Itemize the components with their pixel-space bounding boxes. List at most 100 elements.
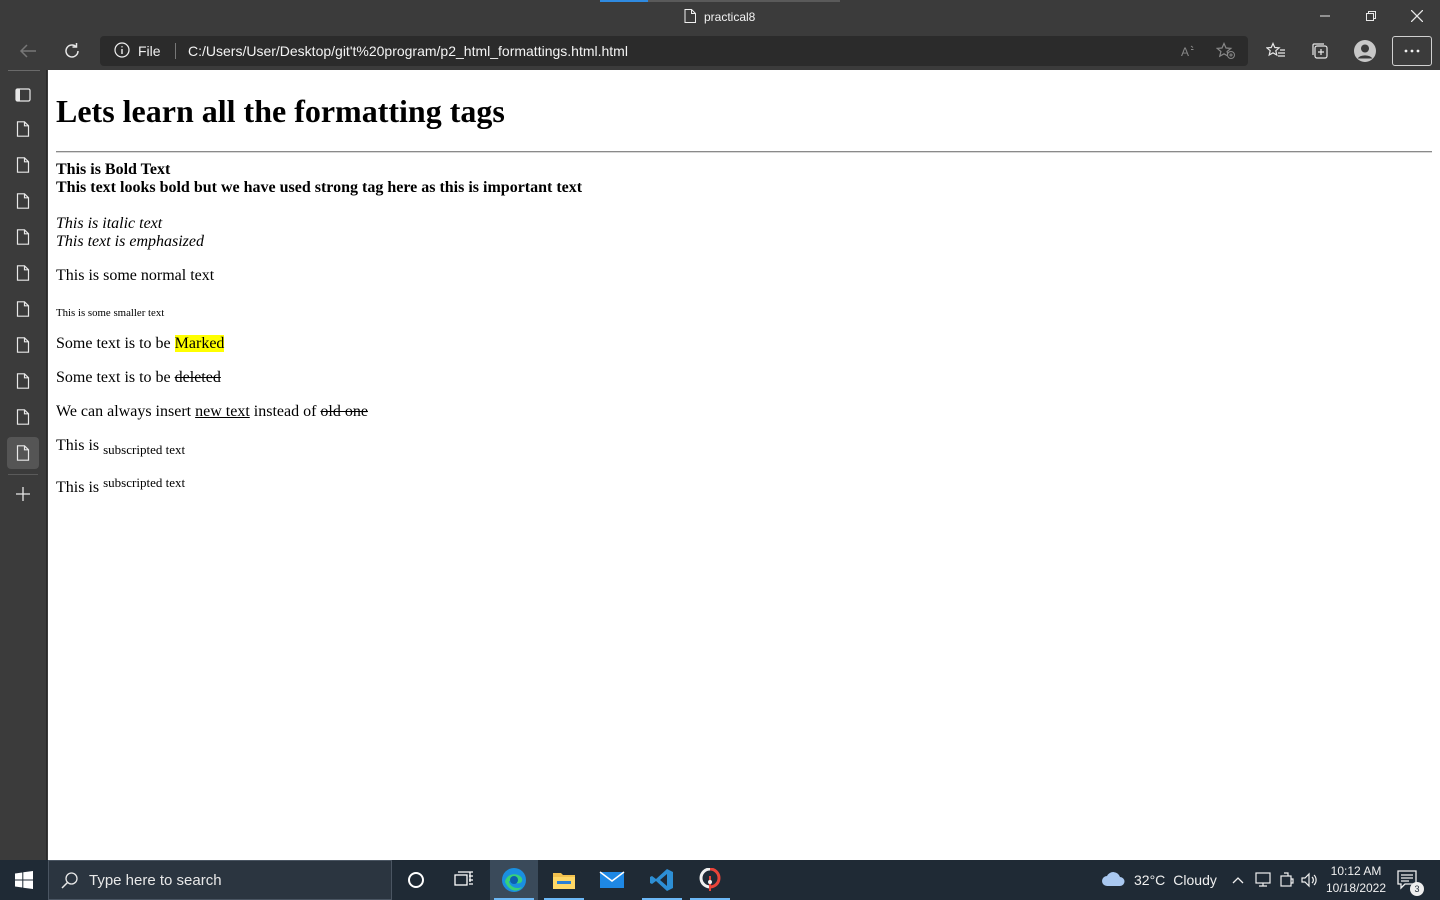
cortana-button[interactable] [392,860,440,900]
file-icon [16,193,30,209]
show-hidden-icons-button[interactable] [1228,870,1248,890]
weather-temp: 32°C [1134,872,1166,888]
sidebar-tab-5[interactable] [7,257,39,289]
task-view-icon [454,871,473,886]
address-bar[interactable]: File C:/Users/User/Desktop/git't%20progr… [100,36,1248,66]
taskbar-search[interactable]: Type here to search [48,860,392,900]
add-favorite-icon[interactable] [1212,37,1240,65]
file-icon [16,445,30,461]
browser-toolbar: File C:/Users/User/Desktop/git't%20progr… [0,32,1440,70]
inserted-text: new text [195,403,250,420]
svg-text:A: A [1181,45,1189,59]
file-icon [16,337,30,353]
url-text[interactable]: C:/Users/User/Desktop/git't%20program/p2… [188,36,628,66]
network-icon[interactable] [1253,870,1273,890]
file-icon [16,373,30,389]
read-aloud-icon[interactable]: A [1175,37,1203,65]
task-view-button[interactable] [440,860,488,900]
info-icon [114,41,130,61]
sidebar-tab-2[interactable] [7,149,39,181]
back-button[interactable] [11,34,45,68]
em-text-line: This text is emphasized [56,233,204,251]
tab-actions-icon [15,88,31,102]
edge-icon [502,868,526,892]
del-prefix: Some text is to be [56,369,175,386]
refresh-button[interactable] [55,34,89,68]
tab-actions-button[interactable] [7,79,39,111]
address-scheme-label: File [138,43,161,59]
small-text-line: This is some smaller text [56,303,164,322]
weather-condition: Cloudy [1173,872,1217,888]
sidebar-tab-1[interactable] [7,113,39,145]
italic-text-line: This is italic text [56,215,162,233]
emphasized-text: This text is emphasized [56,233,204,250]
folder-icon [553,873,575,889]
more-options-button[interactable] [1392,36,1432,66]
ins-prefix: We can always insert [56,403,196,420]
mail-icon [599,871,625,888]
file-icon [16,409,30,425]
sidebar-tab-7[interactable] [7,329,39,361]
strong-text: This text looks bold but we have used st… [56,179,583,196]
volume-icon[interactable] [1300,870,1320,890]
sub-text-line: This is subscripted text [56,437,186,457]
normal-text: This is some normal text [56,267,215,284]
mark-prefix: Some text is to be [56,335,175,352]
sidebar-tab-4[interactable] [7,221,39,253]
taskbar: Type here to search 32°C Cloudy 10:12 AM… [0,860,1440,900]
collections-button[interactable] [1303,34,1337,68]
taskbar-clock[interactable]: 10:12 AM 10/18/2022 [1322,863,1390,897]
deleted-text: deleted [174,369,221,386]
cortana-icon [408,872,424,888]
sidebar-tab-9[interactable] [7,401,39,433]
close-button[interactable] [1394,0,1440,32]
file-icon [16,301,30,317]
new-tab-icon [16,487,30,501]
file-icon [684,8,696,26]
notification-center-button[interactable]: 3 [1396,868,1424,896]
windows-icon [15,871,33,889]
file-icon [16,121,30,137]
subscript-text: subscripted text [103,442,186,457]
bold-text: This is Bold Text [56,161,171,178]
page-heading: Lets learn all the formatting tags [56,93,505,129]
title-bar: practical8 [0,0,1440,32]
horizontal-rule [56,151,1432,153]
edge-taskbar-button[interactable] [490,860,538,900]
restore-button[interactable] [1348,0,1394,32]
sidebar-divider [8,474,38,475]
normal-text-line: This is some normal text [56,267,214,285]
weather-widget[interactable]: 32°C Cloudy [1100,860,1217,900]
new-tab-button[interactable] [7,478,39,510]
italic-text: This is italic text [56,215,163,232]
sidebar-tab-3[interactable] [7,185,39,217]
minimize-button[interactable] [1302,0,1348,32]
file-icon [16,157,30,173]
profile-avatar[interactable] [1348,34,1382,68]
clock-date: 10/18/2022 [1325,881,1387,895]
ins-text-line: We can always insert new text instead of… [56,403,368,421]
search-icon [61,871,79,889]
file-icon [16,265,30,281]
chevron-up-icon [1232,877,1244,884]
sidebar-tab-active[interactable] [7,437,39,469]
sidebar-tab-8[interactable] [7,365,39,397]
battery-icon[interactable] [1277,870,1297,890]
notification-badge: 3 [1410,882,1424,896]
mail-taskbar-button[interactable] [588,860,636,900]
superscript-text: subscripted text [103,475,186,490]
marked-text: Marked [174,335,225,352]
sup-prefix: This is [56,479,104,496]
page-content: Lets learn all the formatting tags This … [48,70,1440,860]
strong-text-line: This text looks bold but we have used st… [56,179,582,197]
file-icon [16,229,30,245]
site-info-button[interactable]: File [114,36,161,66]
start-button[interactable] [0,860,48,900]
search-placeholder: Type here to search [89,871,222,889]
favorites-button[interactable] [1259,34,1293,68]
vscode-taskbar-button[interactable] [638,860,686,900]
tab-strip-indicator [600,0,840,2]
file-explorer-taskbar-button[interactable] [540,860,588,900]
git-app-taskbar-button[interactable] [686,860,734,900]
sidebar-tab-6[interactable] [7,293,39,325]
